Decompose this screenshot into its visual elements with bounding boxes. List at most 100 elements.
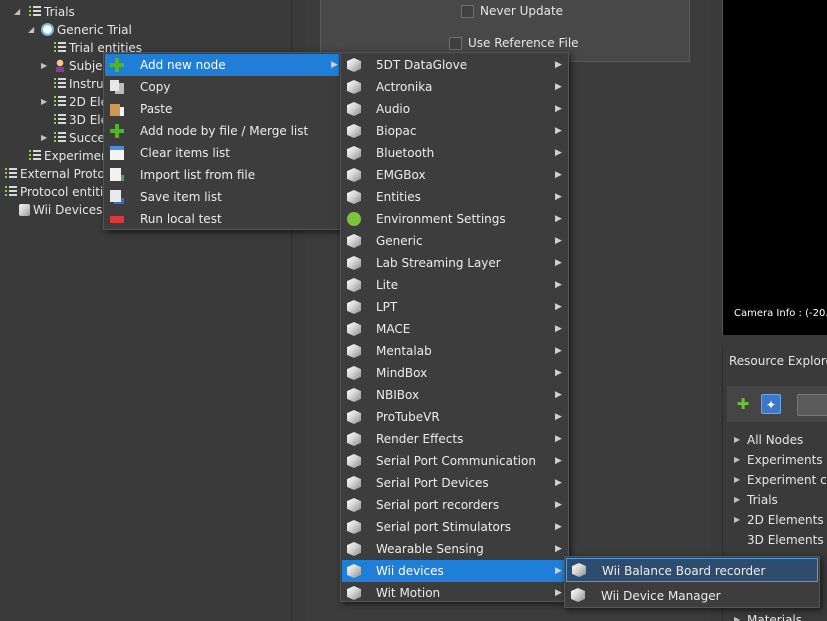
node-menu-item-bluetooth[interactable]: Bluetooth ▶	[342, 142, 567, 164]
node-menu-item-protubevr[interactable]: ProTubeVR ▶	[342, 406, 567, 428]
cube-icon	[347, 586, 361, 600]
node-menu-item-biopac[interactable]: Biopac ▶	[342, 120, 567, 142]
node-menu-item-label: Wearable Sensing	[376, 542, 484, 556]
expand-arrow-icon[interactable]: ▶	[734, 491, 742, 509]
expand-arrow-icon[interactable]: ▶	[734, 611, 742, 621]
node-menu-item-wii-devices[interactable]: Wii devices ▶	[342, 560, 567, 582]
resource-search-input[interactable]	[797, 394, 827, 416]
submenu-arrow-icon: ▶	[555, 324, 562, 334]
cube-icon	[347, 124, 361, 138]
cube-icon	[347, 476, 361, 490]
node-menu-item-serial-port-recorders[interactable]: Serial port recorders ▶	[342, 494, 567, 516]
node-menu-item-mentalab[interactable]: Mentalab ▶	[342, 340, 567, 362]
cube-icon	[347, 190, 361, 204]
never-update-checkbox[interactable]	[461, 5, 474, 18]
node-menu-item-wit-motion[interactable]: Wit Motion ▶	[342, 582, 567, 604]
node-menu-item-label: Actronika	[376, 80, 433, 94]
camera-info-label: Camera Info : (-20.0	[734, 308, 827, 319]
expand-arrow-icon[interactable]: ▶	[41, 57, 49, 75]
use-reference-file-checkbox[interactable]	[449, 37, 462, 50]
node-menu-item-mindbox[interactable]: MindBox ▶	[342, 362, 567, 384]
node-menu-item-serial-port-devices[interactable]: Serial Port Devices ▶	[342, 472, 567, 494]
resource-item-2d-elements[interactable]: 2D Elements	[747, 510, 824, 530]
menu-item-import-list-from-file[interactable]: Import list from file	[105, 164, 339, 186]
menu-item-add-node-by-file-merge-list[interactable]: Add node by file / Merge list	[105, 120, 339, 142]
node-menu-item-label: MACE	[376, 322, 411, 336]
resource-item-trials[interactable]: Trials	[747, 490, 778, 510]
node-menu-item-environment-settings[interactable]: Environment Settings ▶	[342, 208, 567, 230]
menu-item-add-new-node[interactable]: Add new node ▶	[105, 54, 339, 76]
node-menu-item-5dt-dataglove[interactable]: 5DT DataGlove ▶	[342, 54, 567, 76]
cube-icon	[347, 454, 361, 468]
save-icon	[110, 190, 124, 204]
node-menu-item-lite[interactable]: Lite ▶	[342, 274, 567, 296]
expand-arrow-icon[interactable]: ▶	[734, 471, 742, 489]
node-menu-item-label: MindBox	[376, 366, 428, 380]
cube-icon	[347, 80, 361, 94]
expand-arrow-icon[interactable]: ▶	[41, 129, 49, 147]
cube-icon	[347, 300, 361, 314]
node-menu-item-generic[interactable]: Generic ▶	[342, 230, 567, 252]
cube-icon	[347, 520, 361, 534]
add-icon	[110, 58, 124, 72]
tree-item-trials[interactable]: Trials	[29, 3, 75, 21]
node-menu-item-nbibox[interactable]: NBIBox ▶	[342, 384, 567, 406]
tree-item-subject[interactable]: Subjec	[54, 57, 109, 75]
add-icon[interactable]: ✚	[733, 394, 753, 414]
node-menu-item-label: NBIBox	[376, 388, 420, 402]
wii-menu-item-wii-device-manager[interactable]: Wii Device Manager	[566, 584, 818, 608]
node-menu-item-render-effects[interactable]: Render Effects ▶	[342, 428, 567, 450]
tree-item-external-protocol[interactable]: External Protoco	[5, 165, 119, 183]
expand-arrow-icon[interactable]: ▶	[41, 93, 49, 111]
node-menu-item-mace[interactable]: MACE ▶	[342, 318, 567, 340]
3d-viewport[interactable]: Camera Info : (-20.0	[722, 0, 827, 335]
resource-item-all-nodes[interactable]: All Nodes	[747, 430, 803, 450]
collapse-arrow-icon[interactable]: ◢	[28, 21, 36, 39]
menu-item-run-local-test[interactable]: Run local test	[105, 208, 339, 230]
add-icon	[110, 124, 124, 138]
tree-item-generic-trial[interactable]: Generic Trial	[41, 21, 132, 39]
wii-menu-item-wii-balance-board-recorder[interactable]: Wii Balance Board recorder	[566, 558, 818, 582]
node-menu-item-actronika[interactable]: Actronika ▶	[342, 76, 567, 98]
node-menu-item-lpt[interactable]: LPT ▶	[342, 296, 567, 318]
tree-item-3d-elements[interactable]: 3D Ele	[54, 111, 108, 129]
resource-item-experiments[interactable]: Experiments	[747, 450, 823, 470]
cube-icon	[571, 588, 585, 602]
node-menu-item-entities[interactable]: Entities ▶	[342, 186, 567, 208]
list-icon	[29, 5, 41, 17]
node-menu-item-serial-port-communication[interactable]: Serial Port Communication ▶	[342, 450, 567, 472]
expand-arrow-icon[interactable]: ▶	[734, 451, 742, 469]
node-menu-item-wearable-sensing[interactable]: Wearable Sensing ▶	[342, 538, 567, 560]
expand-arrow-icon[interactable]: ▶	[734, 511, 742, 529]
menu-item-paste[interactable]: Paste	[105, 98, 339, 120]
pin-icon[interactable]: ✦	[761, 394, 781, 414]
menu-item-label: Add new node	[140, 58, 226, 72]
node-menu-item-label: Serial Port Communication	[376, 454, 536, 468]
cube-icon	[347, 256, 361, 270]
expand-arrow-icon[interactable]: ▶	[734, 431, 742, 449]
menu-item-save-item-list[interactable]: Save item list	[105, 186, 339, 208]
menu-item-copy[interactable]: Copy	[105, 76, 339, 98]
tree-item-protocol-entities[interactable]: Protocol entitie	[5, 183, 111, 201]
node-menu-item-audio[interactable]: Audio ▶	[342, 98, 567, 120]
resource-item-materials[interactable]: Materials	[747, 610, 802, 621]
resource-item-3d-elements[interactable]: 3D Elements	[747, 530, 824, 550]
wii-menu-item-label: Wii Balance Board recorder	[602, 564, 766, 578]
node-menu-item-label: Lite	[376, 278, 399, 292]
node-menu-item-lab-streaming-layer[interactable]: Lab Streaming Layer ▶	[342, 252, 567, 274]
node-menu-item-emgbox[interactable]: EMGBox ▶	[342, 164, 567, 186]
list-icon	[5, 185, 17, 197]
collapse-arrow-icon[interactable]: ◢	[14, 3, 22, 21]
tree-item-instructions[interactable]: Instruc	[54, 75, 110, 93]
never-update-option[interactable]: Never Update	[461, 2, 563, 20]
tree-item-2d-elements[interactable]: 2D Ele	[54, 93, 108, 111]
tree-item-wii-devices[interactable]: Wii Devices N	[19, 201, 115, 219]
resource-item-experiment-components[interactable]: Experiment cor	[747, 470, 827, 490]
use-reference-file-option[interactable]: Use Reference File	[449, 34, 579, 52]
list-icon	[54, 77, 66, 89]
menu-item-clear-items-list[interactable]: Clear items list	[105, 142, 339, 164]
node-menu-item-label: Serial port Stimulators	[376, 520, 512, 534]
tree-item-experiment[interactable]: Experiment	[29, 147, 113, 165]
node-menu-item-serial-port-stimulators[interactable]: Serial port Stimulators ▶	[342, 516, 567, 538]
submenu-arrow-icon: ▶	[555, 500, 562, 510]
